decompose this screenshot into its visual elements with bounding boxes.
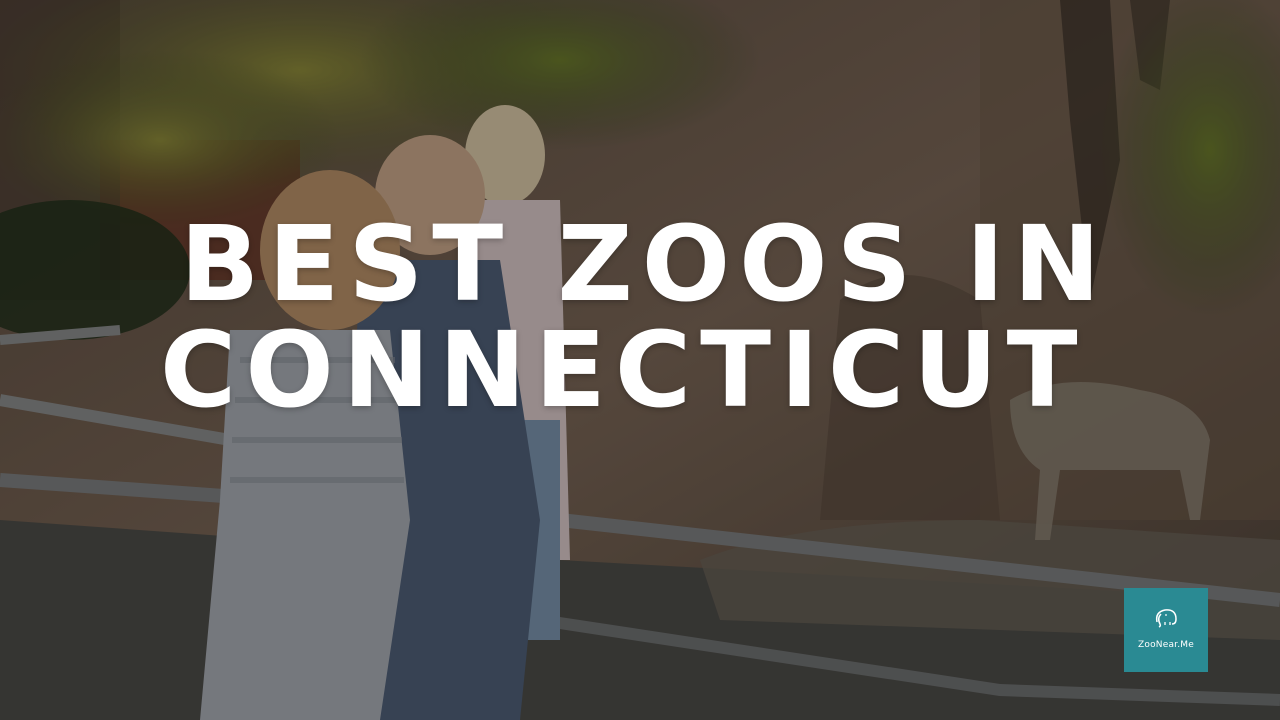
page-title: BEST ZOOS IN CONNECTICUT [0,0,1280,720]
elephant-logo-icon [1155,609,1177,628]
brand-badge: ZooNear.Me [1124,588,1208,672]
title-line-1: BEST ZOOS IN [180,203,1110,325]
brand-name: ZooNear.Me [1138,640,1194,650]
title-line-2: CONNECTICUT [160,309,1087,431]
hero-banner: BEST ZOOS IN CONNECTICUT ZooNear.Me [0,0,1280,720]
